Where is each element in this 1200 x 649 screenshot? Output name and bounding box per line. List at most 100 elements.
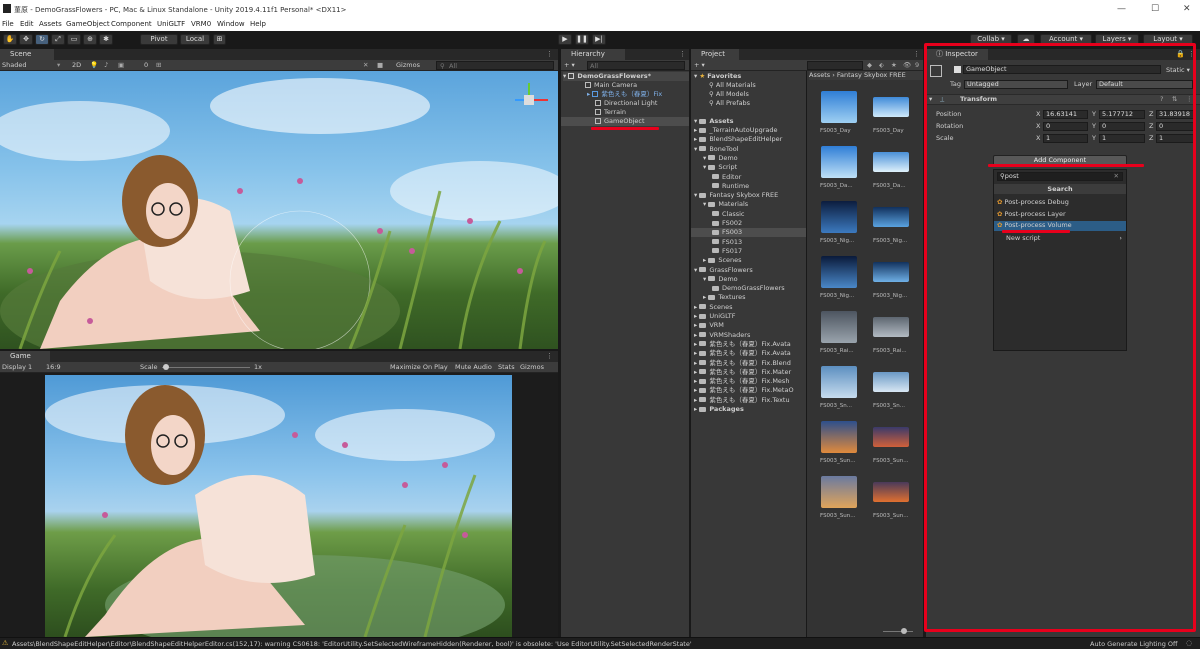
project-folder-item[interactable]: ▸ 紫色えも（春夏）Fix.Blend bbox=[694, 359, 791, 368]
custom-tool-icon[interactable]: ✱ bbox=[99, 34, 113, 45]
console-message[interactable]: Assets\BlendShapeEditHelper\Editor\Blend… bbox=[12, 640, 692, 648]
skybox-material-thumbnail[interactable] bbox=[821, 366, 857, 398]
skybox-material-thumbnail[interactable] bbox=[873, 152, 909, 172]
game-menu-icon[interactable]: ⋮ bbox=[546, 352, 553, 360]
tab-scene[interactable]: Scene bbox=[0, 49, 54, 60]
hierarchy-item-directional-light[interactable]: Directional Light bbox=[595, 99, 657, 108]
tab-game[interactable]: Game bbox=[0, 351, 50, 362]
project-folder-item[interactable]: ▾ Materials bbox=[703, 200, 748, 209]
menu-component[interactable]: Component bbox=[111, 20, 152, 28]
project-folder-item[interactable]: ▸ Scenes bbox=[703, 256, 742, 265]
hierarchy-add-button[interactable]: + ▾ bbox=[564, 61, 575, 69]
thumb-size-handle[interactable] bbox=[901, 628, 907, 634]
skybox-material-thumbnail[interactable] bbox=[821, 201, 857, 233]
favorite-all-prefabs[interactable]: ⚲ All Prefabs bbox=[709, 99, 750, 108]
skybox-material-thumbnail[interactable] bbox=[873, 372, 909, 392]
scene-viewport[interactable] bbox=[0, 71, 558, 349]
play-button[interactable]: ▶ bbox=[558, 34, 572, 45]
project-folder-item[interactable]: ▸ Scenes bbox=[694, 303, 733, 312]
search-by-label-icon[interactable]: ⬖ bbox=[879, 61, 884, 69]
project-folder-item[interactable]: ▸ VRM bbox=[694, 321, 724, 330]
thumb-size-slider[interactable] bbox=[883, 631, 913, 632]
menu-gameobject[interactable]: GameObject bbox=[66, 20, 110, 28]
project-folder-item[interactable]: ▸ 紫色えも（春夏）Fix.Avata bbox=[694, 349, 791, 358]
project-add-button[interactable]: + ▾ bbox=[694, 61, 705, 69]
hierarchy-item-terrain[interactable]: Terrain bbox=[595, 108, 626, 117]
favorite-icon[interactable]: ★ bbox=[891, 61, 897, 69]
skybox-material-thumbnail[interactable] bbox=[873, 482, 909, 502]
hidden-packages-icon[interactable]: 👁 bbox=[903, 61, 911, 69]
rotate-tool-icon[interactable]: ↻ bbox=[35, 34, 49, 45]
aspect-dropdown[interactable]: 16:9 bbox=[46, 363, 61, 371]
grid-toggle-icon[interactable]: ⊞ bbox=[156, 61, 161, 69]
maximize-on-play-toggle[interactable]: Maximize On Play bbox=[390, 363, 448, 371]
project-folder-item[interactable]: ▸ 紫色えも（春夏）Fix.Mesh bbox=[694, 377, 789, 386]
local-toggle[interactable]: Local bbox=[180, 34, 210, 45]
project-folder-item[interactable]: ▾ Demo bbox=[703, 154, 738, 163]
2d-toggle[interactable]: 2D bbox=[72, 61, 81, 69]
project-folder-item[interactable]: ▸ VRMShaders bbox=[694, 331, 750, 340]
project-folder-item[interactable]: Classic bbox=[712, 210, 744, 219]
skybox-material-thumbnail[interactable] bbox=[821, 256, 857, 288]
display-dropdown[interactable]: Display 1 bbox=[2, 363, 32, 371]
skybox-material-thumbnail[interactable] bbox=[873, 262, 909, 282]
game-viewport[interactable] bbox=[45, 375, 512, 637]
hand-tool-icon[interactable]: ✋ bbox=[3, 34, 17, 45]
favorite-all-models[interactable]: ⚲ All Models bbox=[709, 90, 749, 99]
pause-button[interactable]: ❚❚ bbox=[575, 34, 589, 45]
project-folder-item[interactable]: ▸ _TerrainAutoUpgrade bbox=[694, 126, 777, 135]
project-folder-item[interactable]: ▸ UniGLTF bbox=[694, 312, 736, 321]
skybox-material-thumbnail[interactable] bbox=[821, 146, 857, 178]
project-folder-item[interactable]: ▸ 紫色えも（春夏）Fix.Mater bbox=[694, 368, 791, 377]
scene-menu-icon[interactable]: ⋮ bbox=[546, 50, 553, 58]
skybox-material-thumbnail[interactable] bbox=[821, 91, 857, 123]
pivot-toggle[interactable]: Pivot bbox=[140, 34, 178, 45]
minimize-button[interactable]: — bbox=[1117, 4, 1126, 14]
project-folder-item[interactable]: FS017 bbox=[712, 247, 742, 256]
auto-lighting-status[interactable]: Auto Generate Lighting Off bbox=[1090, 640, 1178, 648]
project-folder-item[interactable]: DemoGrassFlowers bbox=[712, 284, 785, 293]
project-folder-item[interactable]: ▸ Textures bbox=[703, 293, 746, 302]
skybox-material-thumbnail[interactable] bbox=[873, 317, 909, 337]
camera-icon[interactable]: ■ bbox=[377, 61, 383, 69]
project-folder-item[interactable]: FS002 bbox=[712, 219, 742, 228]
menu-window[interactable]: Window bbox=[217, 20, 245, 28]
project-folder-item[interactable]: ▾ GrassFlowers bbox=[694, 266, 753, 275]
project-folder-item[interactable]: ▾ Fantasy Skybox FREE bbox=[694, 191, 778, 200]
scale-slider-handle[interactable] bbox=[163, 364, 169, 370]
stats-toggle[interactable]: Stats bbox=[498, 363, 515, 371]
project-search-input[interactable] bbox=[807, 61, 863, 70]
hierarchy-item-main-camera[interactable]: Main Camera bbox=[585, 81, 637, 90]
project-folder-item[interactable]: ▾ BoneTool bbox=[694, 145, 739, 154]
project-folder-item[interactable]: ▸ BlendShapeEditHelper bbox=[694, 135, 782, 144]
menu-file[interactable]: File bbox=[2, 20, 14, 28]
hierarchy-scene-row[interactable]: ▾ DemoGrassFlowers* bbox=[563, 72, 689, 81]
tab-project[interactable]: Project bbox=[691, 49, 739, 60]
project-folder-item[interactable]: FS013 bbox=[712, 238, 742, 247]
skybox-material-thumbnail[interactable] bbox=[821, 476, 857, 508]
project-folder-item[interactable]: ▸ 紫色えも（春夏）Fix.MetaO bbox=[694, 386, 794, 395]
hierarchy-item-avatar[interactable]: ▸ 紫色えも（春夏）Fix bbox=[587, 90, 662, 99]
menu-help[interactable]: Help bbox=[250, 20, 266, 28]
project-breadcrumb[interactable]: Assets › Fantasy Skybox FREE bbox=[809, 71, 923, 80]
tools-icon[interactable]: ✕ bbox=[363, 61, 368, 69]
tab-hierarchy[interactable]: Hierarchy bbox=[561, 49, 625, 60]
project-folder-item[interactable]: Runtime bbox=[712, 182, 749, 191]
gizmos-dropdown[interactable]: Gizmos bbox=[396, 61, 420, 69]
project-menu-icon[interactable]: ⋮ bbox=[913, 50, 920, 58]
skybox-material-thumbnail[interactable] bbox=[873, 207, 909, 227]
audio-toggle-icon[interactable]: ♪ bbox=[104, 61, 108, 69]
grid-snap-icon[interactable]: ⊞ bbox=[213, 34, 226, 45]
lighting-toggle-icon[interactable]: 💡 bbox=[90, 61, 98, 69]
skybox-material-thumbnail[interactable] bbox=[821, 311, 857, 343]
hierarchy-menu-icon[interactable]: ⋮ bbox=[679, 50, 686, 58]
hierarchy-item-gameobject[interactable]: GameObject bbox=[561, 117, 689, 126]
mute-audio-toggle[interactable]: Mute Audio bbox=[455, 363, 492, 371]
project-folder-item[interactable]: ▸ 紫色えも（春夏）Fix.Textu bbox=[694, 396, 790, 405]
scene-gizmo[interactable] bbox=[515, 83, 548, 105]
menu-edit[interactable]: Edit bbox=[20, 20, 34, 28]
menu-vrm0[interactable]: VRM0 bbox=[191, 20, 211, 28]
scale-slider-track[interactable] bbox=[162, 367, 250, 368]
rect-tool-icon[interactable]: ▭ bbox=[67, 34, 81, 45]
assets-header[interactable]: ▾ Assets bbox=[694, 117, 734, 126]
